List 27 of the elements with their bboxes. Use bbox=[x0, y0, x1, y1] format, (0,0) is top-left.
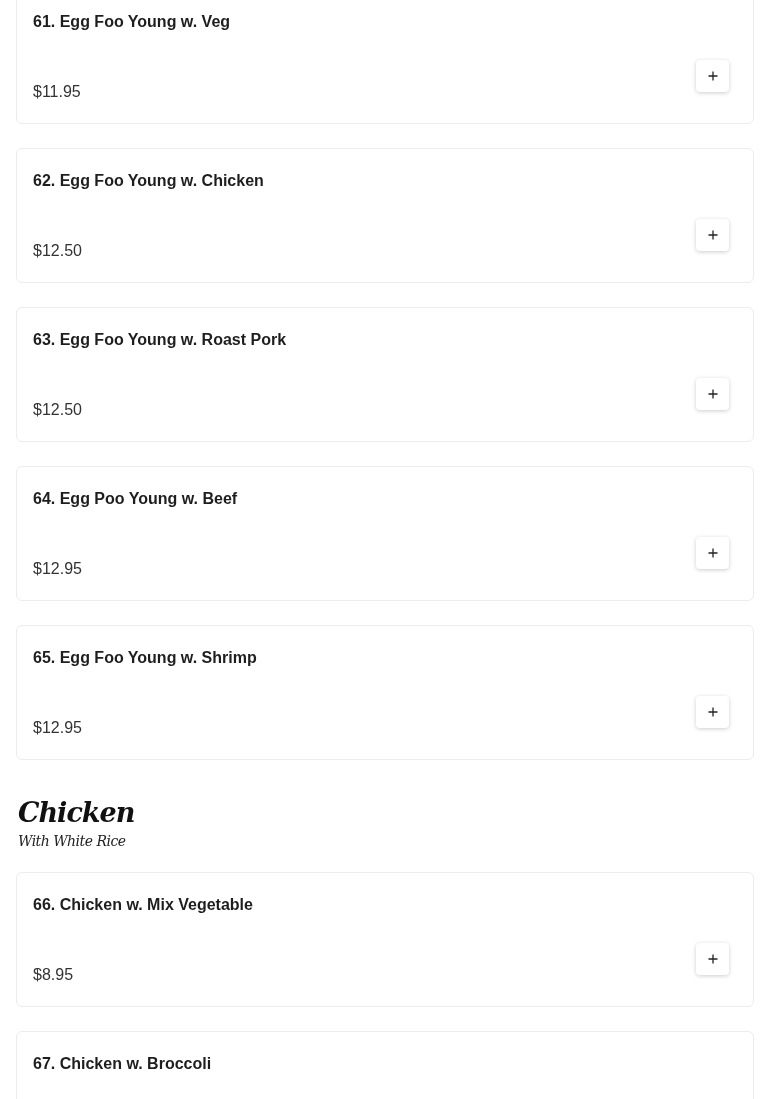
dish-price: $12.95 bbox=[33, 559, 82, 579]
dish-price: $12.50 bbox=[33, 400, 82, 420]
dish-price: $12.50 bbox=[33, 241, 82, 261]
dish-price: $8.95 bbox=[33, 965, 74, 985]
add-button[interactable] bbox=[696, 696, 729, 728]
section-title: Chicken bbox=[18, 796, 136, 830]
add-button[interactable] bbox=[696, 943, 729, 975]
dish-price: $12.95 bbox=[33, 718, 82, 738]
plus-icon bbox=[707, 389, 718, 399]
section-subtitle: With White Rice bbox=[18, 832, 127, 850]
dish-name: 62. Egg Foo Young w. Chicken bbox=[33, 171, 265, 191]
plus-icon bbox=[707, 954, 718, 964]
add-button[interactable] bbox=[696, 60, 729, 92]
dish-name: 66. Chicken w. Mix Vegetable bbox=[33, 895, 254, 915]
plus-icon bbox=[707, 71, 718, 81]
dish-name: 67. Chicken w. Broccoli bbox=[33, 1054, 213, 1074]
dish-name: 65. Egg Foo Young w. Shrimp bbox=[33, 648, 258, 668]
plus-icon bbox=[707, 707, 718, 717]
dish-name: 63. Egg Foo Young w. Roast Pork bbox=[33, 330, 288, 350]
add-button[interactable] bbox=[696, 537, 729, 569]
plus-icon bbox=[707, 230, 718, 240]
dish-name: 64. Egg Poo Young w. Beef bbox=[33, 489, 239, 509]
dish-name: 61. Egg Foo Young w. Veg bbox=[33, 12, 232, 32]
add-button[interactable] bbox=[696, 378, 729, 410]
plus-icon bbox=[707, 548, 718, 558]
add-button[interactable] bbox=[696, 219, 729, 251]
dish-price: $11.95 bbox=[33, 82, 81, 102]
